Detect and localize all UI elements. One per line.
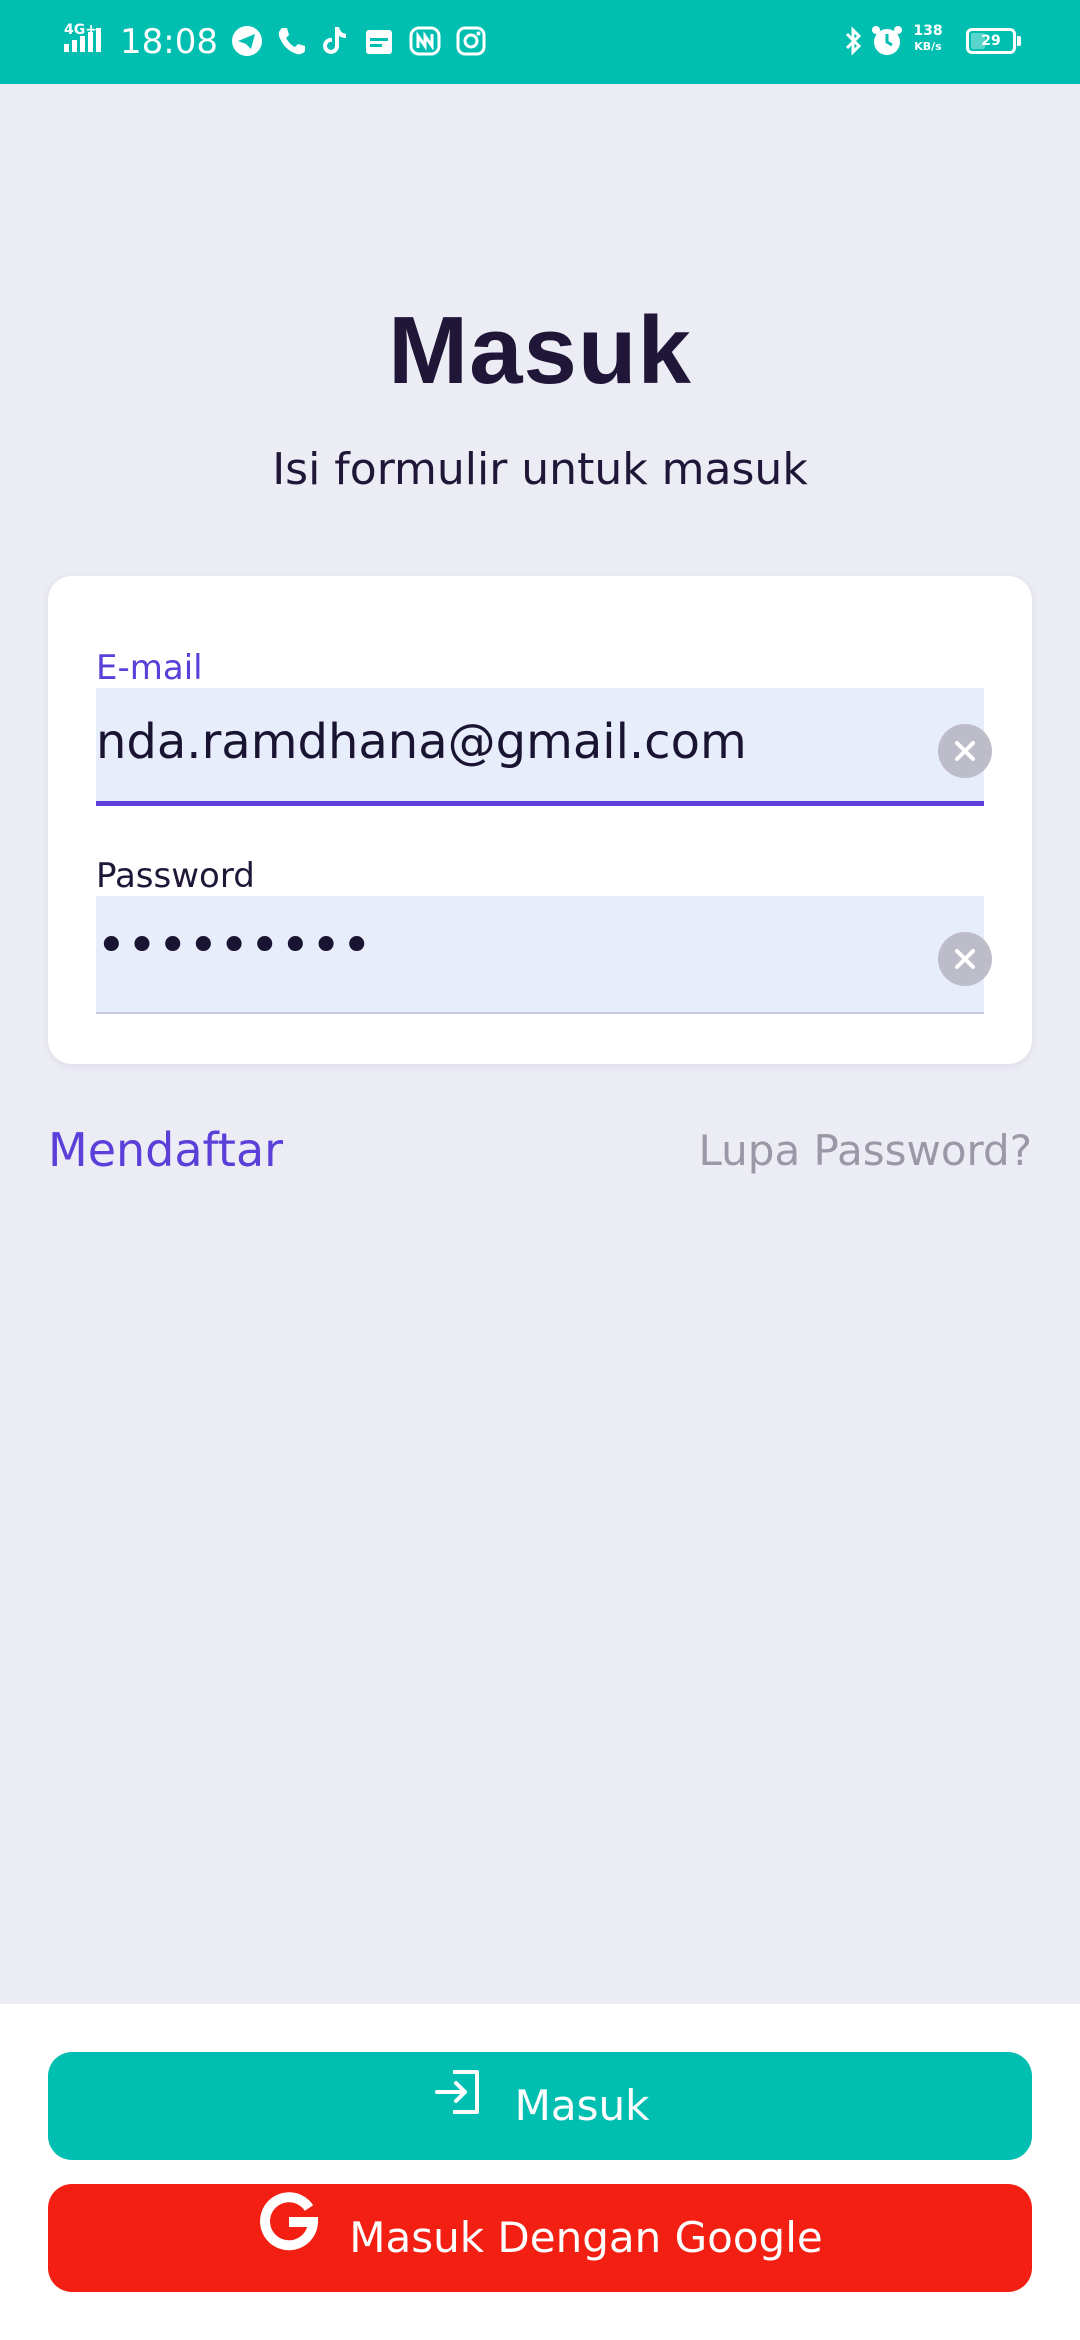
phone-call-icon <box>274 24 308 58</box>
network-speed-value: 138 <box>913 23 943 39</box>
login-button-label: Masuk <box>514 2081 650 2130</box>
calendar-icon <box>362 24 396 58</box>
forgot-password-link[interactable]: Lupa Password? <box>699 1122 1033 1180</box>
email-field[interactable]: nda.ramdhana@gmail.com <box>96 688 992 806</box>
battery-icon: 29 <box>966 28 1021 54</box>
instagram-icon <box>454 24 488 58</box>
google-login-button-label: Masuk Dengan Google <box>349 2213 823 2262</box>
clear-email-button[interactable] <box>938 724 992 778</box>
password-label: Password <box>96 856 255 896</box>
battery-level: 29 <box>981 33 1001 49</box>
google-icon <box>257 2184 321 2292</box>
bluetooth-icon <box>836 24 870 58</box>
tiktok-icon <box>318 24 352 58</box>
login-icon <box>431 2052 487 2160</box>
page-subtitle: Isi formulir untuk masuk <box>272 444 808 495</box>
telegram-icon <box>230 24 264 58</box>
page-title: Masuk <box>388 297 692 404</box>
clear-password-button[interactable] <box>938 932 992 986</box>
email-value[interactable]: nda.ramdhana@gmail.com <box>96 712 747 772</box>
bottom-action-panel: Masuk Masuk Dengan Google <box>0 2004 1080 2340</box>
register-link[interactable]: Mendaftar <box>48 1120 283 1180</box>
google-login-button[interactable]: Masuk Dengan Google <box>48 2184 1032 2292</box>
login-button[interactable]: Masuk <box>48 2052 1032 2160</box>
password-field[interactable]: ••••••••• <box>96 896 992 1014</box>
clock: 18:08 <box>120 22 218 62</box>
close-icon <box>955 741 975 761</box>
close-icon <box>955 949 975 969</box>
alarm-icon <box>870 24 904 58</box>
email-label: E-mail <box>96 648 203 688</box>
status-bar: 4G+ 18:08 138 KB/s 29 <box>0 0 1080 84</box>
app-logo-icon <box>408 24 442 58</box>
network-speed-unit: KB/s <box>914 40 942 53</box>
mobile-signal-icon: 4G+ <box>62 22 112 58</box>
login-form-card: E-mail nda.ramdhana@gmail.com Password •… <box>48 576 1032 1064</box>
password-value[interactable]: ••••••••• <box>96 916 372 976</box>
network-speed: 138 KB/s <box>908 24 948 54</box>
